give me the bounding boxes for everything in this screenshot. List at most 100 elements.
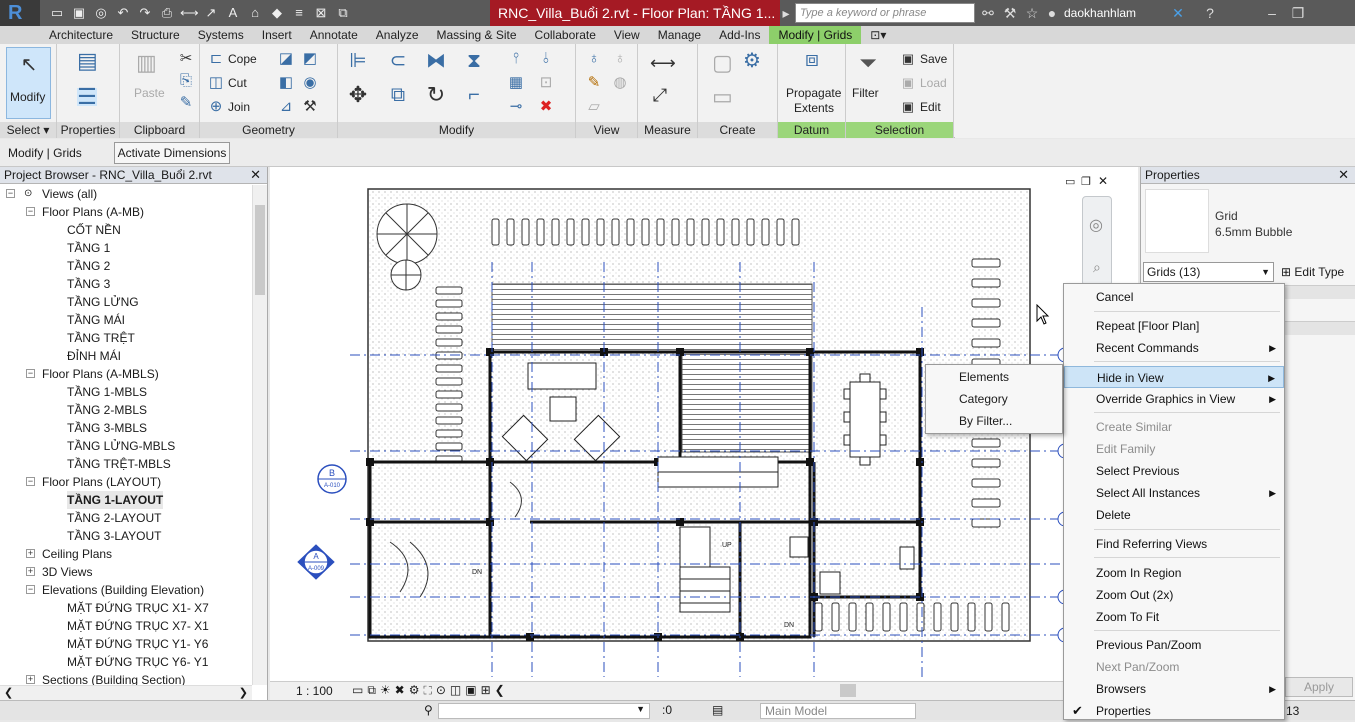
expand-icon[interactable]: + bbox=[26, 567, 35, 576]
browser-scrollbar[interactable] bbox=[252, 185, 267, 685]
align-tool-icon[interactable]: ⊫ bbox=[348, 51, 368, 71]
browser-item[interactable]: MẶT ĐỨNG TRỤC Y6- Y1 bbox=[0, 653, 252, 671]
tab-analyze[interactable]: Analyze bbox=[367, 26, 428, 44]
edit-type-button[interactable]: ⊞ Edit Type bbox=[1281, 262, 1344, 282]
browser-item[interactable]: ĐỈNH MÁI bbox=[0, 347, 252, 365]
paint-icon[interactable]: ◧ bbox=[276, 74, 296, 92]
apply-button[interactable]: Apply bbox=[1285, 677, 1353, 697]
mirror-draw-icon[interactable]: ⧗ bbox=[464, 51, 484, 71]
menu-item[interactable]: Override Graphics in View ▶ bbox=[1064, 388, 1284, 410]
star-icon[interactable]: ☆ bbox=[1022, 3, 1042, 23]
create-group-icon[interactable]: ▢ bbox=[712, 52, 733, 74]
align-icon[interactable]: ⊿ bbox=[276, 98, 296, 116]
menu-item[interactable]: Select All Instances ▶ bbox=[1064, 482, 1284, 504]
hammer-icon[interactable]: ⚒ bbox=[300, 98, 320, 116]
browser-item[interactable]: TẦNG 3-LAYOUT bbox=[0, 527, 252, 545]
collapse-icon[interactable]: − bbox=[26, 207, 35, 216]
menu-item[interactable]: Properties ✔ bbox=[1064, 700, 1284, 722]
browser-item[interactable]: TẦNG 3-MBLS bbox=[0, 419, 252, 437]
structural-column[interactable] bbox=[916, 458, 924, 466]
design-options-icon[interactable]: ▤ bbox=[712, 703, 723, 717]
canvas-hscroll-thumb[interactable] bbox=[840, 684, 856, 697]
thin-lines-icon[interactable]: ≡ bbox=[290, 4, 308, 22]
array-icon[interactable]: ▦ bbox=[506, 74, 526, 92]
join-icon[interactable]: ⊕ bbox=[206, 98, 226, 116]
help-icon[interactable]: ? bbox=[1200, 3, 1220, 23]
browser-item[interactable]: TẦNG 2 bbox=[0, 257, 252, 275]
sync-icon[interactable]: ◎ bbox=[92, 4, 110, 22]
browser-item[interactable]: TẦNG 1-MBLS bbox=[0, 383, 252, 401]
tab-systems[interactable]: Systems bbox=[189, 26, 253, 44]
cope-icon[interactable]: ⊏ bbox=[206, 50, 226, 68]
split-gap-icon[interactable]: ⫰ bbox=[536, 50, 556, 68]
menu-item[interactable]: Repeat [Floor Plan] bbox=[1064, 315, 1284, 337]
expand-icon[interactable]: + bbox=[26, 549, 35, 558]
tab-annotate[interactable]: Annotate bbox=[301, 26, 367, 44]
text-icon[interactable]: A bbox=[224, 4, 242, 22]
tab-add-ins[interactable]: Add-Ins bbox=[710, 26, 769, 44]
select-dropdown[interactable]: Select ▾ bbox=[0, 122, 56, 138]
main-model-select[interactable]: Main Model bbox=[760, 703, 916, 719]
section-tag-b[interactable]: B A-010 bbox=[317, 464, 347, 494]
submenu-elements[interactable]: Elements bbox=[926, 366, 1062, 388]
browser-item[interactable]: TẦNG 2-MBLS bbox=[0, 401, 252, 419]
steering-wheel-icon[interactable]: ◎ bbox=[1089, 215, 1103, 235]
browser-item[interactable]: − Floor Plans (A-MBLS) bbox=[0, 365, 252, 383]
mirror-axis-icon[interactable]: ⧓ bbox=[426, 51, 446, 71]
eraser-icon[interactable]: ▱ bbox=[584, 98, 604, 116]
menu-item[interactable]: Zoom In Region bbox=[1064, 562, 1284, 584]
undo-icon[interactable]: ↶ bbox=[114, 4, 132, 22]
view-control-icons[interactable]: ▭⧉☀✖⚙⛶⊙◫▣⊞❮ bbox=[352, 683, 509, 698]
browser-item[interactable]: TẦNG TRỆT-MBLS bbox=[0, 455, 252, 473]
collapse-icon[interactable]: − bbox=[26, 477, 35, 486]
browser-item[interactable]: TẦNG TRỆT bbox=[0, 329, 252, 347]
save-selection-icon[interactable]: ▣ bbox=[898, 50, 918, 68]
measure-tool-icon[interactable]: ⟷ bbox=[650, 54, 676, 72]
browser-item[interactable]: + Ceiling Plans bbox=[0, 545, 252, 563]
trim-icon[interactable]: ⌐ bbox=[464, 85, 484, 105]
structural-column[interactable] bbox=[366, 458, 374, 466]
expand-icon[interactable]: + bbox=[26, 675, 35, 684]
dimension-icon[interactable]: ↗ bbox=[202, 4, 220, 22]
redo-icon[interactable]: ↷ bbox=[136, 4, 154, 22]
browser-item[interactable]: MẶT ĐỨNG TRỤC X7- X1 bbox=[0, 617, 252, 635]
menu-item[interactable]: Delete bbox=[1064, 504, 1284, 526]
menu-item[interactable]: Cancel bbox=[1064, 286, 1284, 308]
browser-item[interactable]: TẦNG 1 bbox=[0, 239, 252, 257]
section-icon[interactable]: ◆ bbox=[268, 4, 286, 22]
collapse-icon[interactable]: − bbox=[26, 585, 35, 594]
app-logo[interactable]: R bbox=[0, 0, 40, 26]
restore-icon[interactable]: ❐ bbox=[1288, 3, 1308, 23]
view-scale[interactable]: 1 : 100 bbox=[296, 684, 333, 698]
print-icon[interactable]: ⎙ bbox=[158, 4, 176, 22]
menu-item[interactable]: Zoom To Fit bbox=[1064, 606, 1284, 628]
subscription-icon[interactable]: ⚒ bbox=[1000, 3, 1020, 23]
browser-item[interactable]: − Views (all) ⊙ bbox=[0, 185, 252, 203]
exchange-icon[interactable]: ✕ bbox=[1168, 3, 1188, 23]
browser-item[interactable]: MẶT ĐỨNG TRỤC Y1- Y6 bbox=[0, 635, 252, 653]
menu-item[interactable]: Select Previous bbox=[1064, 460, 1284, 482]
filter-button[interactable]: ⏷ Filter bbox=[848, 48, 888, 118]
browser-item[interactable]: TẦNG MÁI bbox=[0, 311, 252, 329]
cut-icon[interactable]: ◫ bbox=[206, 74, 226, 92]
assembly-icon[interactable]: ▭ bbox=[712, 86, 733, 108]
tab-massing-site[interactable]: Massing & Site bbox=[428, 26, 526, 44]
browser-item[interactable]: TẦNG LỬNG bbox=[0, 293, 252, 311]
worksharing-icon[interactable]: ⚲ bbox=[424, 703, 433, 717]
switch-windows-icon[interactable]: ⧉ bbox=[334, 4, 352, 22]
hide-bulb-icon[interactable]: ♁ bbox=[584, 50, 604, 68]
propagate-extents-button[interactable]: ⧈ Propagate Extents bbox=[782, 46, 842, 120]
collapse-icon[interactable]: − bbox=[26, 369, 35, 378]
menu-item[interactable]: Create Similar bbox=[1064, 416, 1284, 438]
menu-item[interactable]: Previous Pan/Zoom bbox=[1064, 634, 1284, 656]
browser-item[interactable]: TẦNG 1-LAYOUT bbox=[0, 491, 252, 509]
section-tag-a[interactable]: A A-009 bbox=[297, 544, 335, 580]
menu-item[interactable]: Next Pan/Zoom bbox=[1064, 656, 1284, 678]
wall-joins-icon[interactable]: ◪ bbox=[276, 50, 296, 68]
paint-view-icon[interactable]: ◍ bbox=[610, 74, 630, 92]
tab-structure[interactable]: Structure bbox=[122, 26, 189, 44]
close-view-icon[interactable]: ✕ bbox=[1098, 174, 1108, 188]
measure-icon[interactable]: ⟷ bbox=[180, 4, 199, 22]
browser-item[interactable]: TẦNG 3 bbox=[0, 275, 252, 293]
submenu-by-filter[interactable]: By Filter... bbox=[926, 410, 1062, 432]
